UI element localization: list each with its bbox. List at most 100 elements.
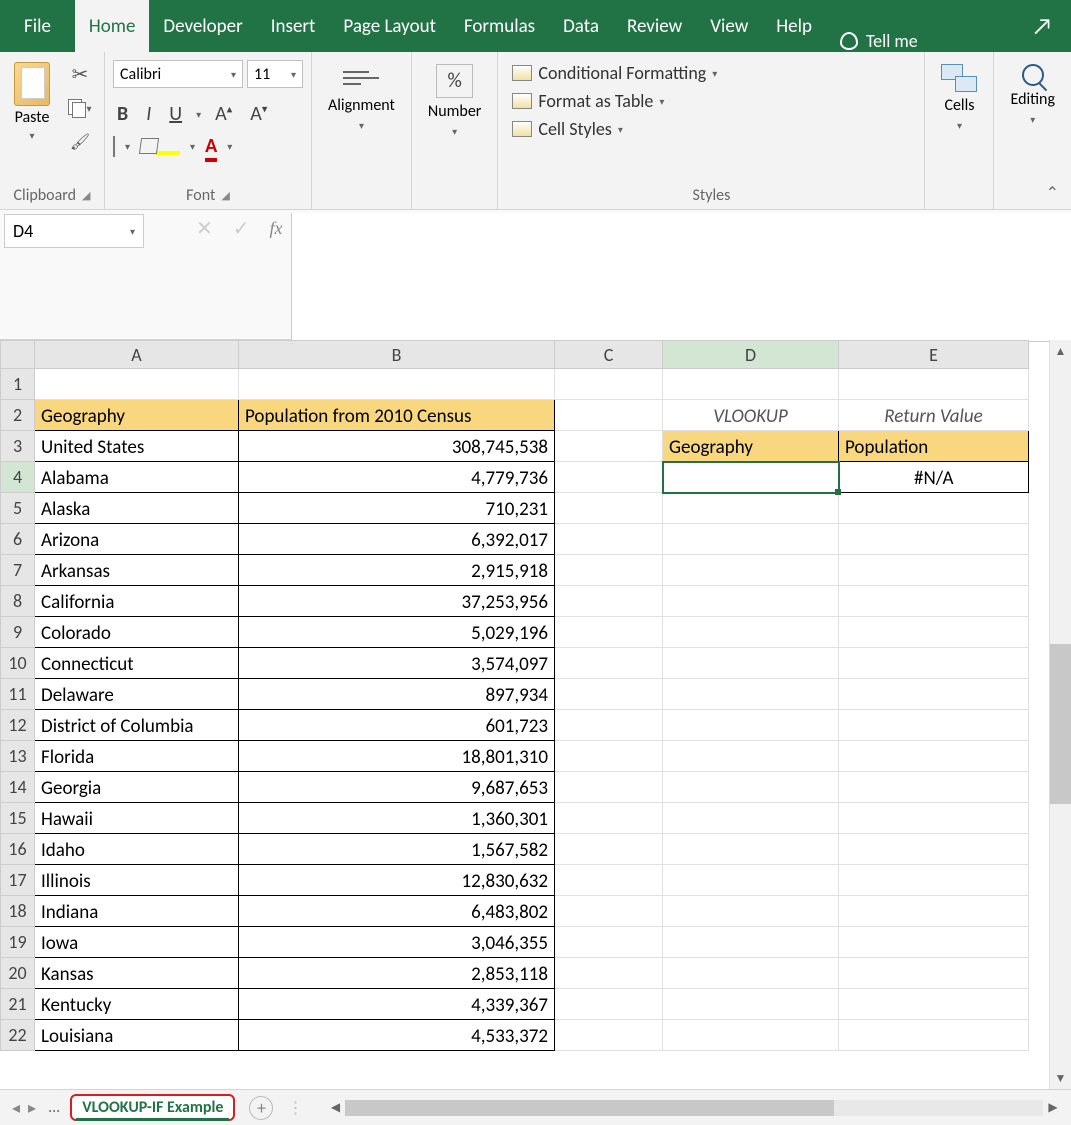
cell[interactable]: United States [35, 431, 239, 462]
col-header-D[interactable]: D [663, 341, 839, 369]
cell[interactable]: 4,339,367 [239, 989, 555, 1020]
cell[interactable] [839, 989, 1029, 1020]
cell[interactable] [663, 524, 839, 555]
cell[interactable]: Alaska [35, 493, 239, 524]
row-header-4[interactable]: 4 [1, 462, 35, 493]
cell[interactable] [839, 772, 1029, 803]
cell[interactable] [663, 648, 839, 679]
cell[interactable] [663, 710, 839, 741]
cell[interactable] [555, 803, 663, 834]
cell[interactable]: VLOOKUP [663, 400, 839, 431]
paste-button[interactable]: Paste ▾ [8, 60, 56, 144]
cell[interactable] [555, 524, 663, 555]
row-header-21[interactable]: 21 [1, 989, 35, 1020]
tab-developer[interactable]: Developer [149, 0, 256, 52]
cell[interactable]: Arizona [35, 524, 239, 555]
row-header-2[interactable]: 2 [1, 400, 35, 431]
row-header-12[interactable]: 12 [1, 710, 35, 741]
cell[interactable]: 9,687,653 [239, 772, 555, 803]
cell[interactable] [839, 896, 1029, 927]
cell[interactable] [555, 958, 663, 989]
select-all-corner[interactable] [1, 341, 35, 369]
scroll-down-icon[interactable]: ▼ [1050, 1067, 1071, 1089]
tab-scroll-next-icon[interactable]: ▸ [28, 1098, 36, 1118]
cell[interactable] [839, 927, 1029, 958]
collapse-ribbon-icon[interactable]: ⌃ [1046, 183, 1059, 203]
cell[interactable] [663, 772, 839, 803]
cell[interactable]: California [35, 586, 239, 617]
cell[interactable]: 308,745,538 [239, 431, 555, 462]
cell[interactable] [555, 679, 663, 710]
paste-dropdown-icon[interactable]: ▾ [29, 129, 34, 142]
cell[interactable] [555, 400, 663, 431]
cell[interactable] [663, 741, 839, 772]
scroll-up-icon[interactable]: ▲ [1050, 340, 1071, 362]
cell[interactable] [555, 555, 663, 586]
cell[interactable]: Idaho [35, 834, 239, 865]
row-header-14[interactable]: 14 [1, 772, 35, 803]
cell[interactable] [839, 617, 1029, 648]
fx-button[interactable]: fx [270, 218, 283, 239]
cell[interactable]: Florida [35, 741, 239, 772]
cell[interactable]: 37,253,956 [239, 586, 555, 617]
conditional-formatting-button[interactable]: Conditional Formatting ▾ [512, 62, 717, 84]
tab-page-layout[interactable]: Page Layout [329, 0, 450, 52]
cell[interactable]: 4,533,372 [239, 1020, 555, 1051]
cell[interactable] [663, 834, 839, 865]
cell[interactable]: Louisiana [35, 1020, 239, 1051]
italic-button[interactable]: I [142, 100, 155, 128]
cells-button[interactable]: Cells ▾ [933, 60, 985, 136]
cell[interactable] [555, 927, 663, 958]
tab-data[interactable]: Data [549, 0, 613, 52]
cell[interactable]: Georgia [35, 772, 239, 803]
cell[interactable] [839, 493, 1029, 524]
format-painter-button[interactable] [64, 128, 96, 156]
cell[interactable] [555, 1020, 663, 1051]
cell[interactable] [839, 710, 1029, 741]
tell-me-search[interactable]: Tell me [826, 30, 932, 52]
row-header-18[interactable]: 18 [1, 896, 35, 927]
cell[interactable] [555, 865, 663, 896]
tab-insert[interactable]: Insert [257, 0, 330, 52]
cell[interactable] [839, 679, 1029, 710]
row-header-11[interactable]: 11 [1, 679, 35, 710]
scroll-left-icon[interactable]: ◀ [325, 1100, 345, 1115]
cell[interactable]: #N/A [839, 462, 1029, 493]
cell[interactable] [555, 493, 663, 524]
cell[interactable]: Return Value [839, 400, 1029, 431]
cell[interactable]: 2,915,918 [239, 555, 555, 586]
cell[interactable] [663, 1020, 839, 1051]
cell[interactable]: 1,567,582 [239, 834, 555, 865]
cell[interactable]: Colorado [35, 617, 239, 648]
cell[interactable] [839, 803, 1029, 834]
underline-button[interactable]: U [165, 100, 186, 128]
col-header-C[interactable]: C [555, 341, 663, 369]
cell[interactable] [239, 369, 555, 400]
cell[interactable]: Geography [663, 431, 839, 462]
copy-button[interactable]: ▾ [64, 94, 96, 122]
row-header-22[interactable]: 22 [1, 1020, 35, 1051]
cell[interactable] [35, 369, 239, 400]
row-header-15[interactable]: 15 [1, 803, 35, 834]
cell[interactable]: Delaware [35, 679, 239, 710]
scroll-right-icon[interactable]: ▶ [1043, 1100, 1063, 1115]
cut-button[interactable] [64, 60, 96, 88]
tab-scroll-first-icon[interactable]: ◂ [12, 1098, 20, 1118]
cell[interactable] [663, 896, 839, 927]
tab-home[interactable]: Home [75, 0, 150, 52]
cell[interactable]: District of Columbia [35, 710, 239, 741]
cell[interactable] [663, 989, 839, 1020]
cell[interactable]: 710,231 [239, 493, 555, 524]
cell-styles-button[interactable]: Cell Styles ▾ [512, 118, 717, 140]
cell[interactable]: Illinois [35, 865, 239, 896]
cell[interactable]: 2,853,118 [239, 958, 555, 989]
tab-file[interactable]: File [0, 0, 75, 52]
cell[interactable]: 6,483,802 [239, 896, 555, 927]
cell[interactable]: Connecticut [35, 648, 239, 679]
spreadsheet-grid[interactable]: A B C D E 12GeographyPopulation from 201… [0, 340, 1029, 1051]
cell[interactable] [839, 524, 1029, 555]
cell[interactable]: Iowa [35, 927, 239, 958]
tab-formulas[interactable]: Formulas [450, 0, 549, 52]
row-header-19[interactable]: 19 [1, 927, 35, 958]
cell[interactable] [555, 834, 663, 865]
